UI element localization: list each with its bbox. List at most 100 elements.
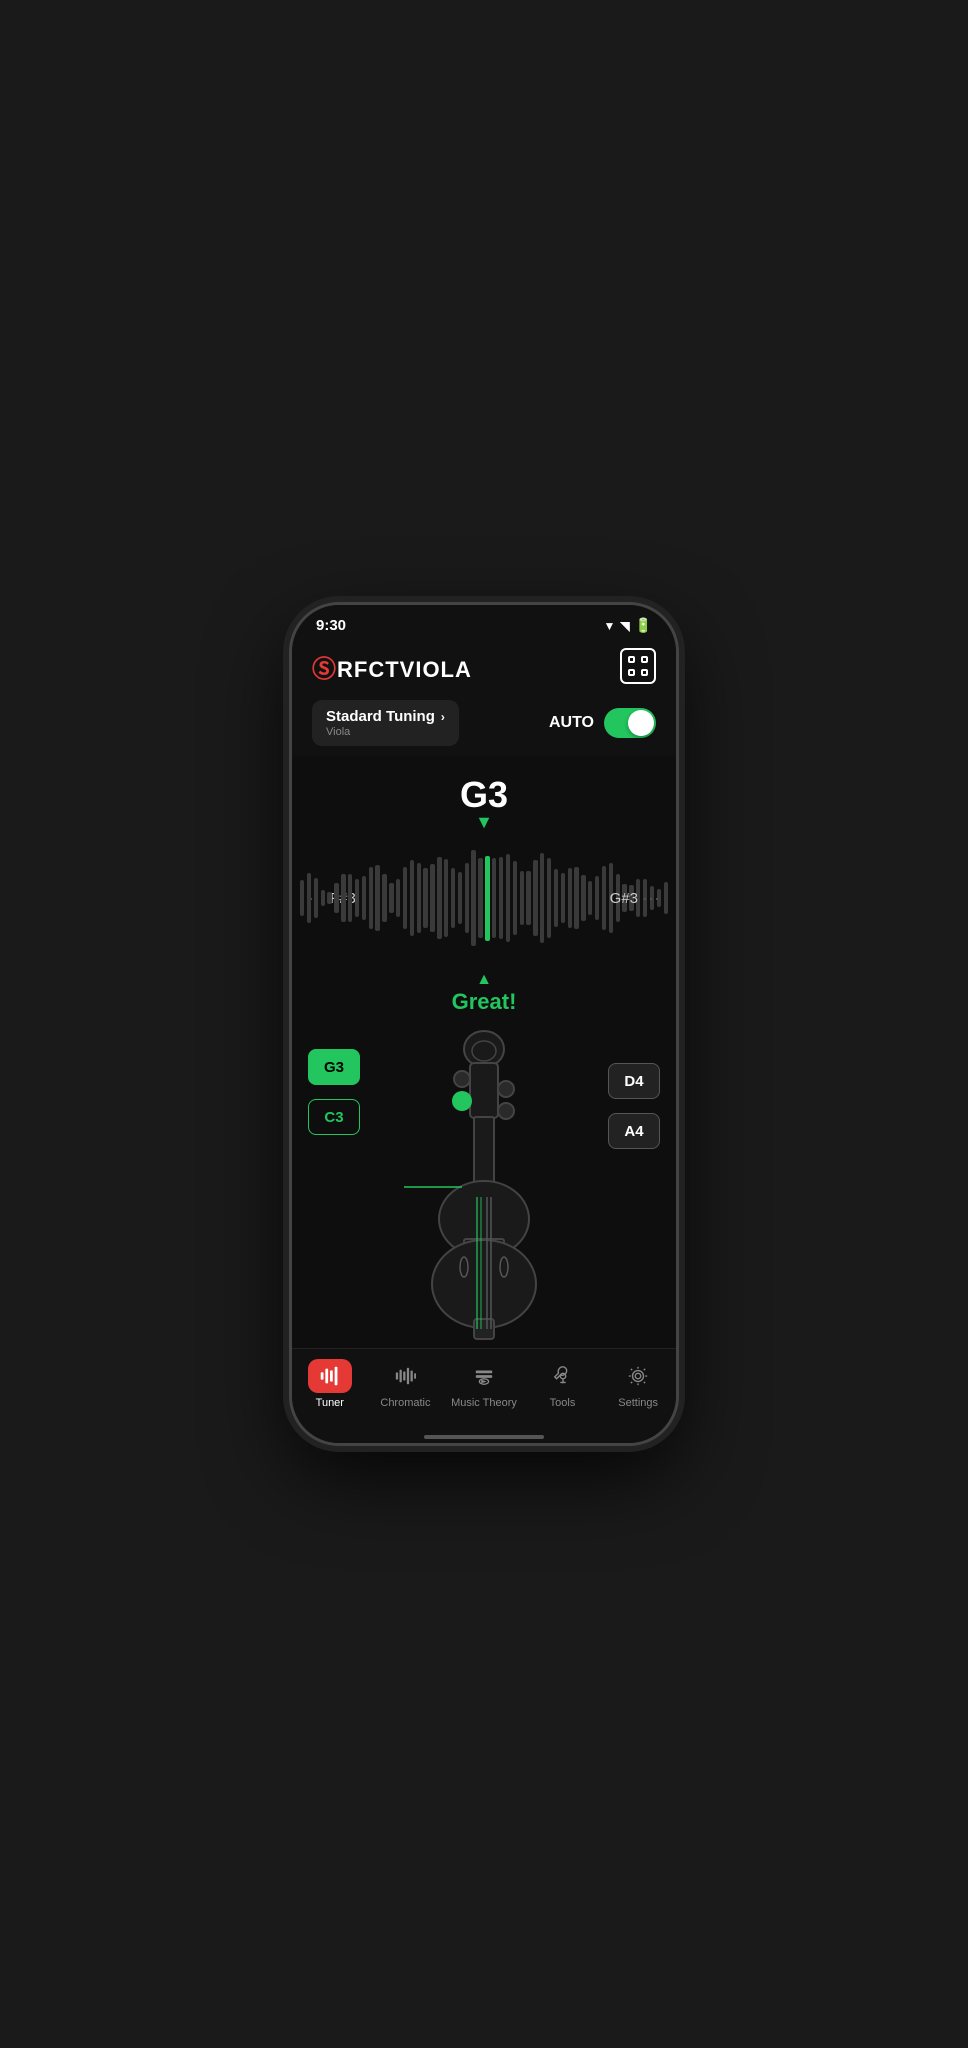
viola-illustration [374, 1019, 594, 1348]
waveform-bar [444, 859, 448, 938]
string-buttons-right: D4 A4 [608, 1063, 660, 1149]
waveform-bar [307, 873, 311, 923]
viola-body: G3 C3 D4 A4 [292, 1019, 676, 1348]
waveform-bar [506, 854, 510, 941]
nav-item-music-theory[interactable]: Music Theory [451, 1359, 517, 1409]
tuning-subtitle: Viola [326, 726, 445, 738]
tuning-feedback: ▲ Great! [292, 963, 676, 1019]
note-display: G3 ▼ [292, 756, 676, 833]
right-dots: ··· [642, 888, 660, 909]
tuner-area: G3 ▼ ··· F#3 G#3 ··· ▲ Great! [292, 756, 676, 1348]
waveform-bar [492, 858, 496, 938]
auto-label: AUTO [549, 714, 594, 732]
right-note: G#3 [610, 890, 638, 907]
waveform-bar [526, 871, 530, 925]
nav-label-tuner: Tuner [316, 1397, 344, 1409]
status-bar: 9:30 ▼ ◥ 🔋 [292, 605, 676, 640]
waveform-bar [417, 863, 421, 932]
feedback-arrow: ▲ [292, 971, 676, 989]
waveform-bar [588, 881, 592, 915]
waveform-bar [348, 874, 352, 922]
tuning-chevron: › [441, 710, 445, 724]
waveform-bar [478, 858, 482, 938]
music-theory-icon [473, 1365, 495, 1387]
waveform-bar [369, 867, 373, 928]
waveform-bar [327, 892, 331, 904]
waveform-bar [554, 869, 558, 927]
nav-item-chromatic[interactable]: Chromatic [375, 1359, 435, 1409]
waveform-bar [314, 878, 318, 917]
status-icons: ▼ ◥ 🔋 [603, 617, 652, 634]
waveform-bar [540, 853, 544, 943]
string-buttons-left: G3 C3 [308, 1049, 360, 1135]
side-note-right: G#3 ··· [610, 888, 660, 909]
auto-toggle-group: AUTO [549, 708, 656, 738]
settings-icon [627, 1365, 649, 1387]
battery-icon: 🔋 [635, 617, 652, 634]
tuner-visual: ··· F#3 G#3 ··· [292, 833, 676, 963]
tuning-selector[interactable]: Stadard Tuning › Viola [312, 700, 459, 746]
nav-label-tools: Tools [550, 1397, 576, 1409]
nav-icon-tools [541, 1359, 585, 1393]
waveform-bar [568, 868, 572, 927]
waveform-bar [321, 890, 325, 907]
waveform-bar [300, 880, 304, 916]
string-btn-a4[interactable]: A4 [608, 1113, 660, 1149]
nav-icon-chromatic [383, 1359, 427, 1393]
string-btn-d4[interactable]: D4 [608, 1063, 660, 1099]
waveform-bar [513, 861, 517, 935]
logo-text: RFCTVIOLA [337, 657, 472, 682]
wifi-icon: ▼ [603, 619, 615, 633]
waveform-bar [355, 879, 359, 918]
tuning-name: Stadard Tuning › [326, 708, 445, 725]
nav-icon-tuner [308, 1359, 352, 1393]
waveform-bar [430, 864, 434, 933]
waveform-bar [561, 873, 565, 923]
nav-item-settings[interactable]: Settings [608, 1359, 668, 1409]
waveform-bar [403, 867, 407, 930]
nav-item-tuner[interactable]: Tuner [300, 1359, 360, 1409]
waveform-bar [595, 876, 599, 919]
waveform-bar [465, 863, 469, 934]
waveform-bar [547, 858, 551, 938]
tools-icon [552, 1365, 574, 1387]
waveform-bar [437, 857, 441, 939]
waveform-bar [581, 875, 585, 922]
waveform-bar [410, 860, 414, 937]
waveform-bar [389, 883, 393, 914]
waveform-bar [396, 879, 400, 917]
string-btn-g3[interactable]: G3 [308, 1049, 360, 1085]
signal-icon: ◥ [620, 619, 629, 633]
waveform-bar [520, 871, 524, 925]
app-logo: ⓈRFCTVIOLA [312, 649, 472, 684]
waveform-bar [458, 872, 462, 924]
time: 9:30 [316, 617, 346, 634]
phone-shell: 9:30 ▼ ◥ 🔋 ⓈRFCTVIOLA Stadard Tuning › [289, 602, 679, 1446]
app-header: ⓈRFCTVIOLA [292, 640, 676, 694]
logo-p: Ⓢ [312, 656, 337, 683]
tuning-bar: Stadard Tuning › Viola AUTO [292, 694, 676, 756]
waveform-bar [471, 850, 475, 946]
waveform-bar [341, 874, 345, 923]
waveform-bar [602, 866, 606, 931]
nav-label-music-theory: Music Theory [451, 1397, 517, 1409]
home-indicator [292, 1429, 676, 1443]
waveform-bar [574, 867, 578, 929]
feedback-text: Great! [292, 989, 676, 1015]
home-bar [424, 1435, 544, 1439]
waveform-bar [382, 874, 386, 922]
bottom-nav: Tuner Chromatic [292, 1348, 676, 1429]
waveform-bar [334, 883, 338, 913]
waveform-bar [485, 856, 489, 941]
chromatic-icon [394, 1365, 416, 1387]
note-arrow-down: ▼ [292, 812, 676, 833]
auto-toggle-switch[interactable] [604, 708, 656, 738]
waveform-bar [533, 860, 537, 935]
nav-item-tools[interactable]: Tools [533, 1359, 593, 1409]
nav-label-chromatic: Chromatic [380, 1397, 430, 1409]
scan-button[interactable] [620, 648, 656, 684]
waveform-bar [499, 857, 503, 939]
nav-label-settings: Settings [618, 1397, 658, 1409]
waveform-bar [664, 882, 668, 915]
string-btn-c3[interactable]: C3 [308, 1099, 360, 1135]
